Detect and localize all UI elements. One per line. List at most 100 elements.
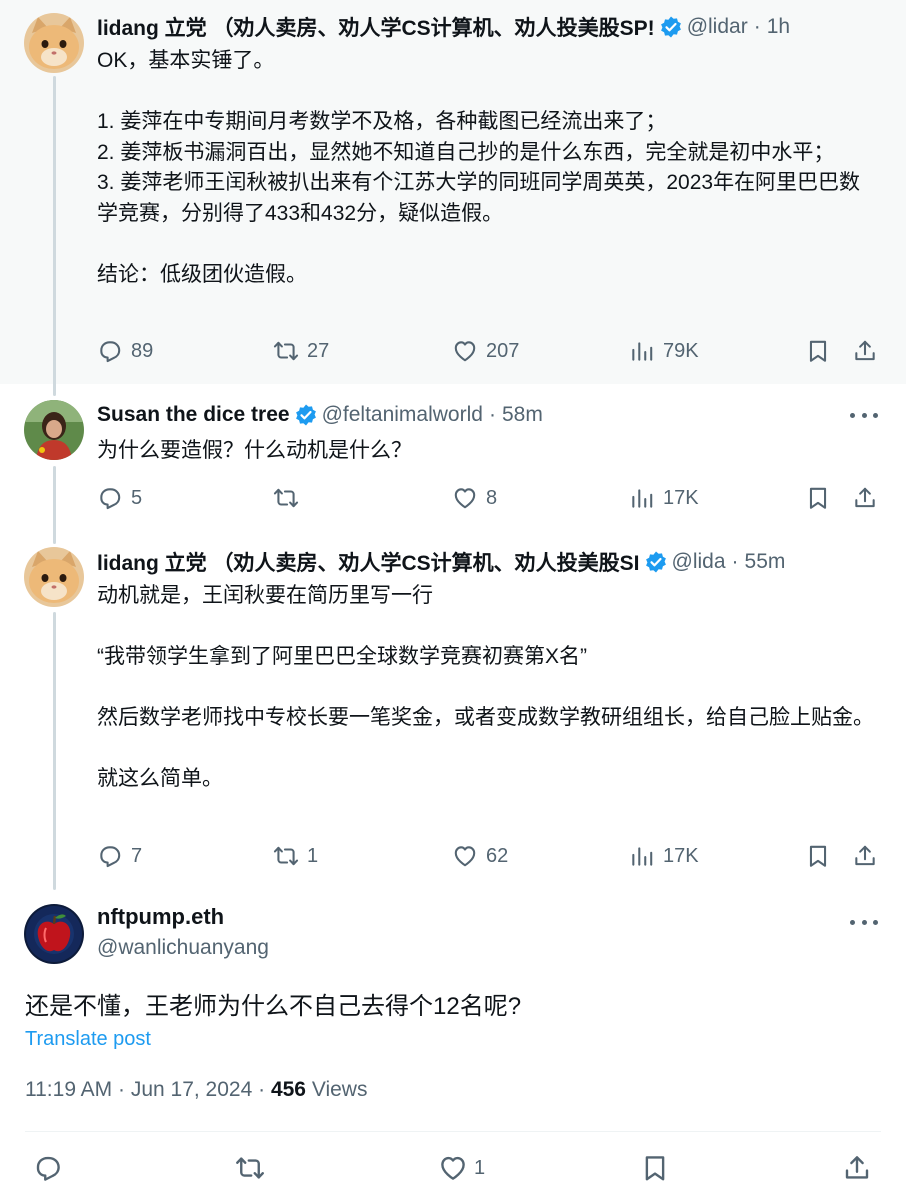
post-time[interactable]: 58m: [502, 403, 543, 427]
thread-line: [53, 466, 56, 544]
repost-icon: [273, 338, 299, 364]
translate-post-link[interactable]: Translate post: [25, 1028, 151, 1051]
like-icon: [438, 1153, 468, 1183]
bookmark-button[interactable]: [805, 482, 831, 514]
bookmark-icon: [640, 1153, 670, 1183]
separator-dot: ·: [488, 403, 496, 426]
like-count: 207: [486, 339, 520, 362]
share-icon: [852, 843, 878, 869]
bookmark-icon: [805, 338, 831, 364]
reply-icon: [97, 485, 123, 511]
reply-icon: [33, 1153, 63, 1183]
author-handle[interactable]: @lidar: [687, 15, 748, 39]
avatar[interactable]: [24, 400, 84, 460]
avatar[interactable]: [24, 904, 84, 964]
share-icon: [852, 338, 878, 364]
repost-icon: [235, 1153, 265, 1183]
reply-button[interactable]: 7: [97, 840, 142, 872]
tweet-header: lidang 立党 （劝人卖房、劝人学CS计算机、劝人投美股SP! @lidar…: [97, 7, 837, 47]
like-icon: [452, 338, 478, 364]
post-time[interactable]: 55m: [745, 550, 786, 574]
views-icon: [629, 338, 655, 364]
post-timestamp[interactable]: 11:19 AM · Jun 17, 2024 ·: [25, 1078, 271, 1101]
reply-button[interactable]: 5: [97, 482, 142, 514]
views-icon: [629, 843, 655, 869]
views-button[interactable]: 17K: [629, 482, 699, 514]
action-bar: 7 1 62 17K: [97, 840, 887, 872]
views-count: 17K: [663, 486, 699, 509]
repost-count: 1: [307, 844, 319, 867]
divider: [25, 1131, 881, 1132]
like-icon: [452, 843, 478, 869]
author-name[interactable]: Susan the dice tree: [97, 403, 290, 427]
views-count: 17K: [663, 844, 699, 867]
like-button[interactable]: 8: [452, 482, 497, 514]
separator-dot: ·: [753, 15, 761, 38]
action-bar: 89 27 207 79K: [97, 335, 887, 367]
repost-button[interactable]: [235, 1150, 265, 1186]
tweet-text: 为什么要造假？什么动机是什么？: [97, 439, 412, 462]
tweet-text: 动机就是，王闰秋要在简历里写一行 “我带领学生拿到了阿里巴巴全球数学竞赛初赛第X…: [97, 584, 874, 790]
verified-badge-icon: [644, 550, 668, 574]
tweet-header: Susan the dice tree @feltanimalworld · 5…: [97, 395, 837, 435]
reply-button[interactable]: [33, 1150, 63, 1186]
views-button[interactable]: 17K: [629, 840, 699, 872]
like-icon: [452, 485, 478, 511]
views-icon: [629, 485, 655, 511]
repost-count: 27: [307, 339, 330, 362]
bookmark-button[interactable]: [805, 335, 831, 367]
author-name[interactable]: lidang 立党 （劝人卖房、劝人学CS计算机、劝人投美股SP!: [97, 12, 655, 42]
share-button[interactable]: [852, 335, 878, 367]
share-icon: [842, 1153, 872, 1183]
reply-icon: [97, 338, 123, 364]
views-count: 456: [270, 1078, 306, 1101]
post-metadata: 11:19 AM · Jun 17, 2024 · 456 Views: [25, 1078, 367, 1102]
tweet-header: lidang 立党 （劝人卖房、劝人学CS计算机、劝人投美股SI @lida ·…: [97, 542, 842, 582]
more-icon[interactable]: [850, 405, 878, 425]
separator-dot: ·: [731, 550, 739, 573]
author-handle[interactable]: @lida: [672, 550, 726, 574]
share-button[interactable]: [842, 1150, 872, 1186]
main-action-bar: 1: [0, 1150, 906, 1186]
tweet-text: OK，基本实锤了。 1. 姜萍在中专期间月考数学不及格，各种截图已经流出来了； …: [97, 49, 861, 286]
repost-button[interactable]: 1: [273, 840, 318, 872]
author-handle[interactable]: @wanlichuanyang: [97, 936, 269, 960]
author-handle[interactable]: @feltanimalworld: [322, 403, 483, 427]
share-button[interactable]: [852, 482, 878, 514]
views-count: 79K: [663, 339, 699, 362]
repost-button[interactable]: [273, 482, 299, 514]
repost-icon: [273, 843, 299, 869]
like-button[interactable]: 62: [452, 840, 508, 872]
share-button[interactable]: [852, 840, 878, 872]
post-time[interactable]: 1h: [767, 15, 790, 39]
bookmark-button[interactable]: [640, 1150, 670, 1186]
bookmark-button[interactable]: [805, 840, 831, 872]
verified-badge-icon: [294, 403, 318, 427]
action-bar: 5 8 17K: [97, 482, 887, 514]
share-icon: [852, 485, 878, 511]
like-count: 62: [486, 844, 509, 867]
like-button[interactable]: 207: [452, 335, 519, 367]
like-count: 8: [486, 486, 498, 509]
views-label: Views: [305, 1078, 368, 1101]
author-name[interactable]: nftpump.eth: [97, 904, 224, 930]
author-name[interactable]: lidang 立党 （劝人卖房、劝人学CS计算机、劝人投美股SI: [97, 547, 640, 577]
like-button[interactable]: 1: [438, 1150, 485, 1186]
tweet-text: 还是不懂，王老师为什么不自己去得个12名呢?: [25, 993, 522, 1020]
thread-line: [53, 76, 56, 396]
verified-badge-icon: [659, 15, 683, 39]
bookmark-icon: [805, 485, 831, 511]
more-icon[interactable]: [850, 912, 878, 932]
reply-count: 7: [131, 844, 143, 867]
thread-line: [53, 612, 56, 890]
avatar[interactable]: [24, 547, 84, 607]
reply-count: 5: [131, 486, 143, 509]
repost-button[interactable]: 27: [273, 335, 329, 367]
bookmark-icon: [805, 843, 831, 869]
reply-icon: [97, 843, 123, 869]
views-button[interactable]: 79K: [629, 335, 699, 367]
like-count: 1: [474, 1156, 486, 1179]
avatar[interactable]: [24, 13, 84, 73]
repost-icon: [273, 485, 299, 511]
reply-button[interactable]: 89: [97, 335, 153, 367]
